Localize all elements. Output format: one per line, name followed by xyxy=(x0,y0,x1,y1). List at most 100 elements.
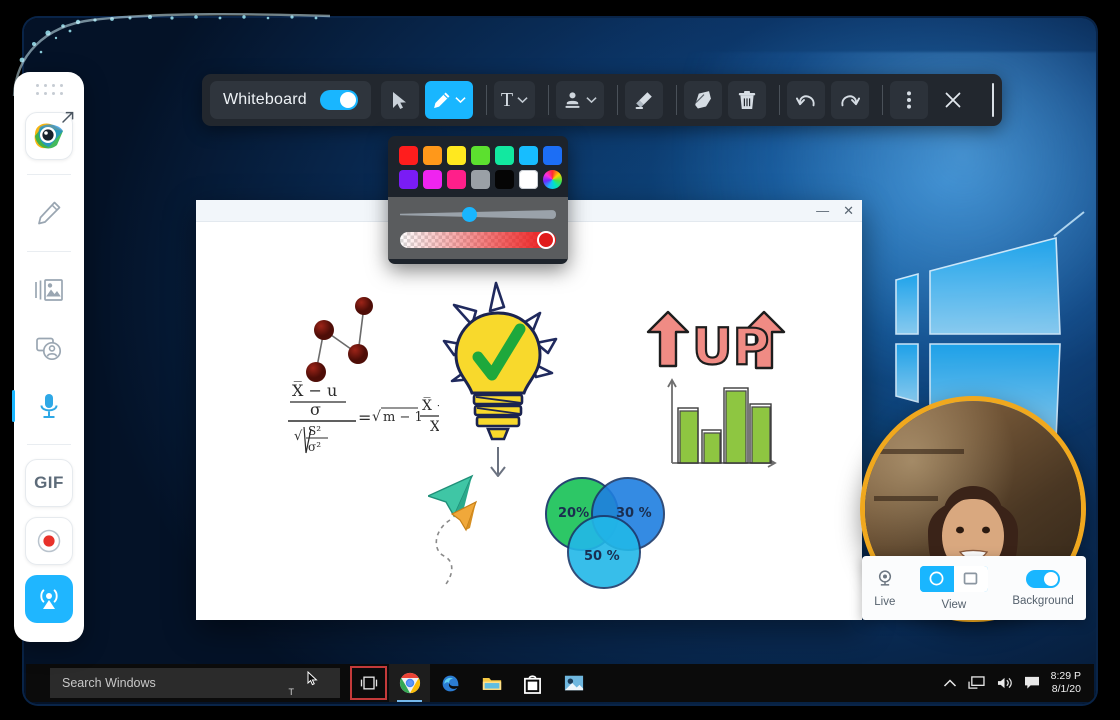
text-t-icon: T xyxy=(501,90,513,110)
opacity-knob[interactable] xyxy=(537,231,555,249)
dock-draw[interactable] xyxy=(25,189,73,237)
background-label: Background xyxy=(1012,595,1073,607)
svg-text:σ²: σ² xyxy=(308,440,321,454)
folder-icon xyxy=(481,674,503,693)
view-label: View xyxy=(942,599,967,611)
notification-icon[interactable] xyxy=(1024,676,1040,690)
dock-drag-handle[interactable] xyxy=(36,84,63,95)
color-swatch-11[interactable] xyxy=(495,170,514,189)
stroke-width-knob[interactable] xyxy=(462,207,477,222)
undo-tool[interactable] xyxy=(787,81,825,119)
close-toolbar[interactable] xyxy=(934,81,972,119)
whiteboard-canvas[interactable]: X̅ − u σ √ S² σ² = √ m − 1 X̅ − u xyxy=(196,222,862,620)
dock-record[interactable] xyxy=(25,517,73,565)
mouse-cursor xyxy=(307,671,318,686)
color-swatch-7[interactable] xyxy=(399,170,418,189)
webcam-person-icon xyxy=(35,335,63,361)
highlighter-tool[interactable] xyxy=(625,81,663,119)
background-shelf xyxy=(878,449,964,454)
search-input[interactable]: Search Windows T xyxy=(50,668,340,698)
close-x-icon xyxy=(944,91,962,109)
task-view-button[interactable] xyxy=(348,664,389,702)
dock-microphone[interactable] xyxy=(25,382,73,430)
more-options[interactable] xyxy=(890,81,928,119)
select-tool[interactable] xyxy=(381,81,419,119)
drawing-statistics-formula: X̅ − u σ √ S² σ² = √ m − 1 X̅ − u xyxy=(284,377,439,467)
system-tray: 8:29 P 8/1/20 xyxy=(943,670,1094,696)
chrome-button[interactable] xyxy=(389,664,430,702)
color-swatch-12[interactable] xyxy=(519,170,538,189)
stroke-width-slider[interactable] xyxy=(400,207,556,221)
delete-all-tool[interactable] xyxy=(728,81,766,119)
view-control[interactable]: View xyxy=(920,566,988,611)
screen-root: — ✕ xyxy=(0,0,1120,720)
live-control[interactable]: Live xyxy=(874,569,895,608)
color-swatch-3[interactable] xyxy=(471,146,490,165)
opacity-slider[interactable] xyxy=(400,232,556,248)
square-icon xyxy=(962,570,979,587)
color-swatch-6[interactable] xyxy=(543,146,562,165)
speaker-icon[interactable] xyxy=(996,676,1013,690)
color-swatch-4[interactable] xyxy=(495,146,514,165)
dock-images[interactable] xyxy=(25,266,73,314)
eraser-tool[interactable] xyxy=(684,81,722,119)
chevron-down-icon[interactable] xyxy=(586,96,597,104)
background-control[interactable]: Background xyxy=(1012,570,1073,607)
dock-webcam[interactable] xyxy=(25,324,73,372)
window-close-button[interactable]: ✕ xyxy=(843,204,854,217)
text-tool[interactable]: T xyxy=(494,81,535,119)
microphone-icon xyxy=(37,392,61,420)
color-swatch-10[interactable] xyxy=(471,170,490,189)
drawing-venn-diagram: 20% 30 % 50 % xyxy=(538,472,668,592)
view-rectangle-option[interactable] xyxy=(954,566,988,592)
toolbar-divider xyxy=(486,85,487,115)
drawing-node-graph xyxy=(296,292,396,387)
external-link-arrow-icon xyxy=(61,110,75,124)
toolbar-end-divider xyxy=(992,83,994,117)
broadcast-icon xyxy=(35,585,63,613)
task-view-icon xyxy=(359,675,379,691)
background-toggle[interactable] xyxy=(1026,570,1060,588)
edge-button[interactable] xyxy=(430,664,471,702)
photos-button[interactable] xyxy=(553,664,594,702)
view-shape-toggle[interactable] xyxy=(920,566,988,592)
stroke-width-track xyxy=(400,210,556,219)
dock-app-logo[interactable] xyxy=(25,112,73,160)
whiteboard-toggle[interactable] xyxy=(320,90,358,110)
color-swatch-1[interactable] xyxy=(423,146,442,165)
live-label: Live xyxy=(874,596,895,608)
chevron-down-icon[interactable] xyxy=(455,96,466,104)
taskbar-clock[interactable]: 8:29 P 8/1/20 xyxy=(1051,670,1085,696)
svg-text:σ: σ xyxy=(310,400,321,419)
dock-broadcast[interactable] xyxy=(25,575,73,623)
window-minimize-button[interactable]: — xyxy=(816,204,829,217)
stamp-tool[interactable] xyxy=(556,81,604,119)
view-circle-option[interactable] xyxy=(920,566,954,592)
color-swatch-0[interactable] xyxy=(399,146,418,165)
color-swatch-9[interactable] xyxy=(447,170,466,189)
whiteboard-label: Whiteboard xyxy=(223,91,307,109)
toolbar-divider xyxy=(548,85,549,115)
chevron-up-icon[interactable] xyxy=(943,678,957,689)
redo-tool[interactable] xyxy=(831,81,869,119)
file-explorer-button[interactable] xyxy=(471,664,512,702)
color-swatch-2[interactable] xyxy=(447,146,466,165)
venn-label-1: 30 % xyxy=(616,506,652,521)
whiteboard-toggle-group[interactable]: Whiteboard xyxy=(210,81,371,119)
left-dock: GIF xyxy=(14,72,84,642)
network-monitor-icon[interactable] xyxy=(968,676,985,690)
chevron-down-icon[interactable] xyxy=(517,96,528,104)
drawing-bar-chart xyxy=(664,377,779,472)
toolbar-divider xyxy=(779,85,780,115)
microsoft-store-button[interactable] xyxy=(512,664,553,702)
dock-gif[interactable]: GIF xyxy=(25,459,73,507)
taskbar-icons xyxy=(348,664,594,702)
pencil-icon xyxy=(36,200,62,226)
toolbar-divider xyxy=(617,85,618,115)
color-swatch-5[interactable] xyxy=(519,146,538,165)
color-wheel-swatch[interactable] xyxy=(543,170,562,189)
photos-icon xyxy=(564,674,584,692)
cursor-arrow-icon xyxy=(391,91,408,110)
color-swatch-8[interactable] xyxy=(423,170,442,189)
pen-tool[interactable] xyxy=(425,81,473,119)
